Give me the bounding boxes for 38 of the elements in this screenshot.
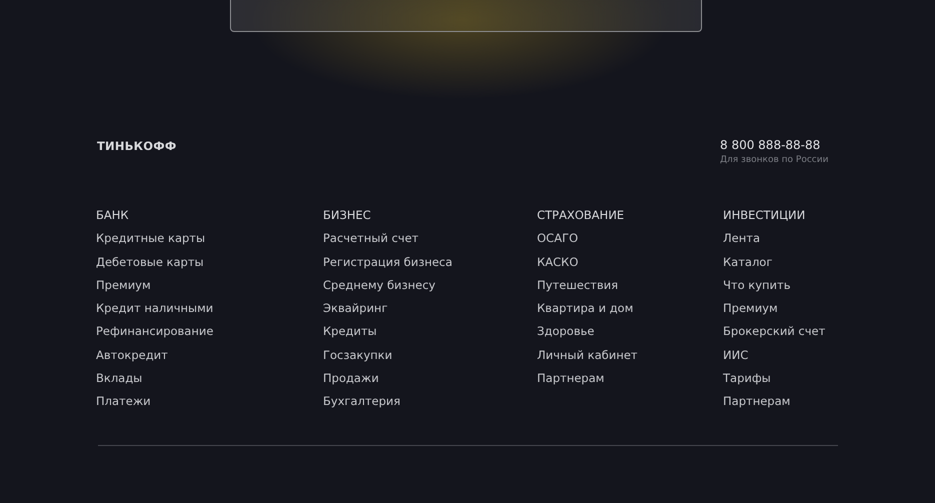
footer-link[interactable]: Эквайринг xyxy=(323,300,537,324)
column-heading: ИНВЕСТИЦИИ xyxy=(723,207,806,224)
footer-link[interactable]: Бухгалтерия xyxy=(323,393,537,417)
footer-link[interactable]: Путешествия xyxy=(537,276,723,300)
column-heading: БИЗНЕС xyxy=(323,207,372,224)
footer-link[interactable]: Здоровье xyxy=(537,323,723,347)
footer-link[interactable]: Партнерам xyxy=(537,370,723,394)
footer-link[interactable]: Регистрация бизнеса xyxy=(323,254,537,277)
footer-link[interactable]: Автокредит xyxy=(96,346,323,370)
footer-link[interactable]: Кредитные карты xyxy=(96,230,323,254)
footer-link[interactable]: Квартира и дом xyxy=(537,300,723,324)
column-heading: СТРАХОВАНИЕ xyxy=(537,207,626,224)
footer-link[interactable]: Дебетовые карты xyxy=(96,254,323,277)
column-heading: БАНК xyxy=(96,207,130,224)
footer-link[interactable]: Премиум xyxy=(96,276,323,300)
footer-link[interactable]: Госзакупки xyxy=(323,346,537,370)
footer-link[interactable]: Среднему бизнесу xyxy=(323,276,537,300)
footer-link[interactable]: Премиум xyxy=(723,300,826,324)
footer-link[interactable]: Каталог xyxy=(723,254,826,277)
footer-link[interactable]: Личный кабинет xyxy=(537,346,723,370)
footer-link[interactable]: Партнерам xyxy=(723,393,826,417)
footer-link[interactable]: Расчетный счет xyxy=(323,230,537,254)
footer-link[interactable]: ИИС xyxy=(723,346,826,370)
footer-link[interactable]: Кредиты xyxy=(323,323,537,347)
phone-note: Для звонков по России xyxy=(720,155,830,165)
footer-link[interactable]: Продажи xyxy=(323,370,537,394)
footer-link[interactable]: Рефинансирование xyxy=(96,323,323,347)
footer-link[interactable]: Тарифы xyxy=(723,370,826,394)
footer-link[interactable]: КАСКО xyxy=(537,254,723,277)
footer-link[interactable]: Кредит наличными xyxy=(96,300,323,324)
footer-link[interactable]: Платежи xyxy=(96,393,323,417)
footer-link[interactable]: Брокерский счет xyxy=(723,323,826,347)
phone-link[interactable]: 8 800 888-88-88 xyxy=(720,138,831,152)
logo[interactable]: ТИНЬКОФФ xyxy=(97,139,176,165)
footer-link[interactable]: ОСАГО xyxy=(537,230,723,254)
footer-link[interactable]: Что купить xyxy=(723,276,826,300)
footer-link[interactable]: Вклады xyxy=(96,370,323,394)
footer-link[interactable]: Лента xyxy=(723,230,826,254)
